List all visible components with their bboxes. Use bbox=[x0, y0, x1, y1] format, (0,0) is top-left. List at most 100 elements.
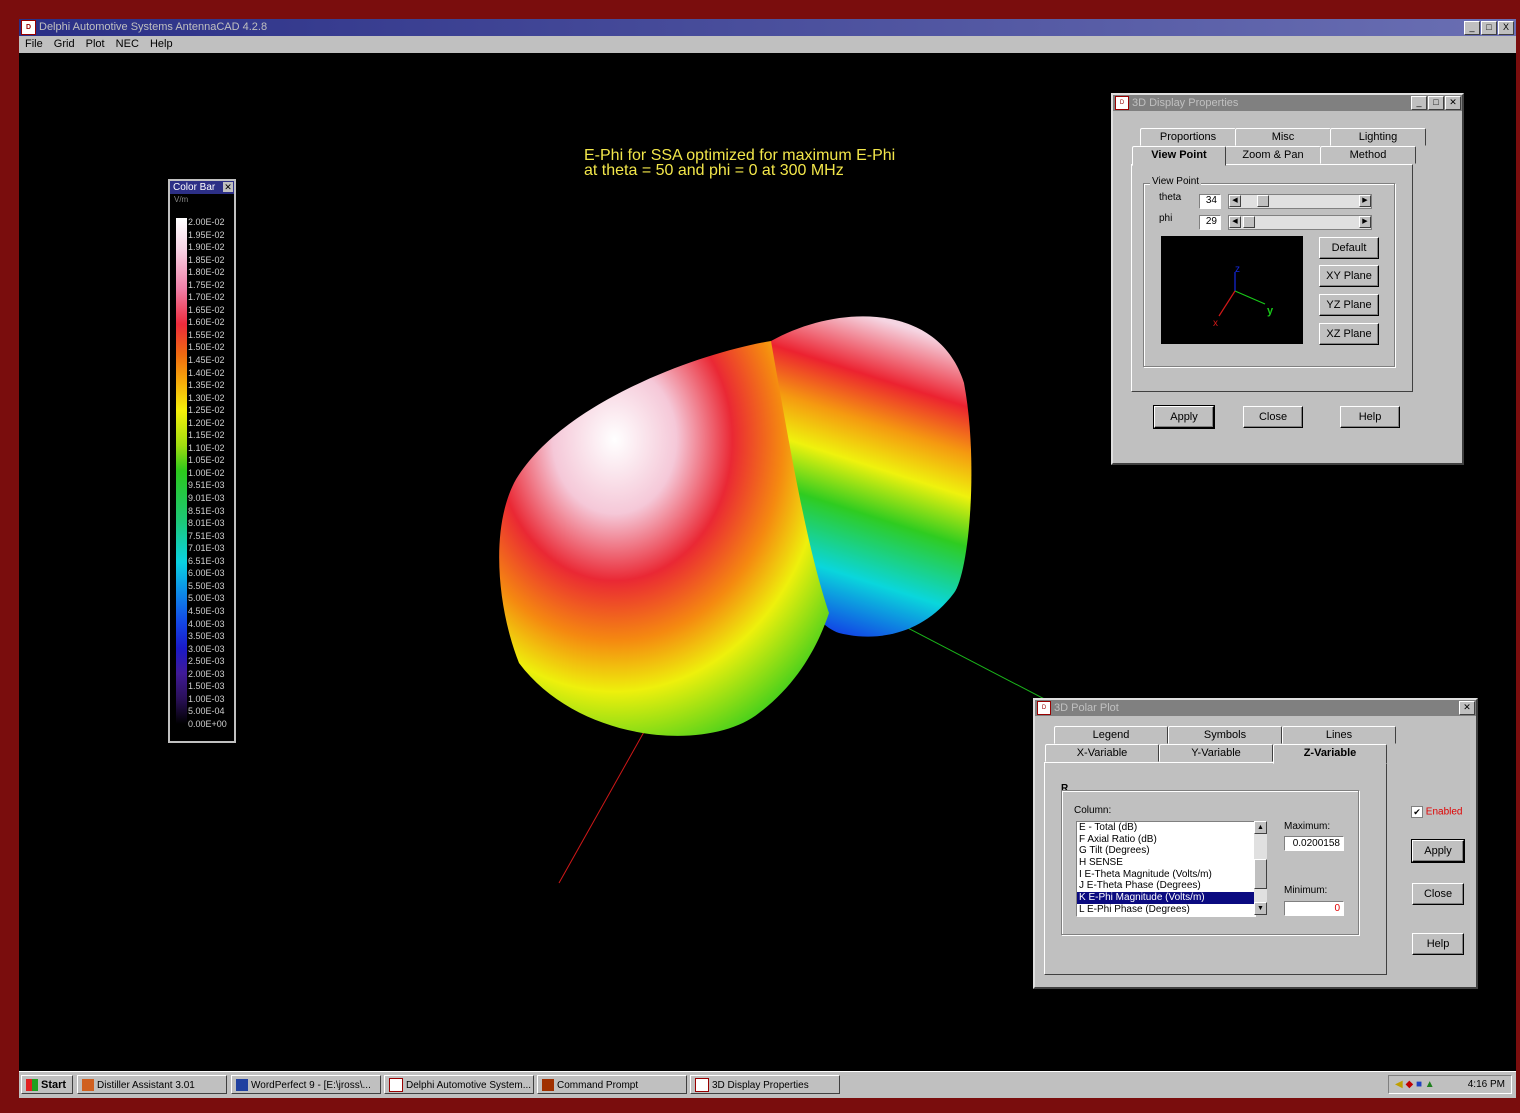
list-item[interactable]: G Tilt (Degrees) bbox=[1077, 845, 1255, 857]
list-item[interactable]: F Axial Ratio (dB) bbox=[1077, 834, 1255, 846]
dialog-minimize-button[interactable]: _ bbox=[1411, 96, 1427, 110]
maximum-field[interactable]: 0.0200158 bbox=[1284, 836, 1344, 851]
tab-proportions[interactable]: Proportions bbox=[1140, 128, 1236, 146]
enabled-checkbox[interactable]: ✔ Enabled bbox=[1411, 806, 1462, 818]
tab-lines[interactable]: Lines bbox=[1282, 726, 1396, 744]
menu-plot[interactable]: Plot bbox=[86, 38, 105, 50]
list-item[interactable]: L E-Phi Phase (Degrees) bbox=[1077, 904, 1255, 916]
tab-lighting[interactable]: Lighting bbox=[1330, 128, 1426, 146]
theta-slider[interactable]: ◀ ▶ bbox=[1228, 194, 1372, 209]
color-bar-label: 1.75E-02 bbox=[188, 279, 225, 290]
scroll-down-icon[interactable]: ▼ bbox=[1254, 902, 1267, 915]
color-bar-label: 1.30E-02 bbox=[188, 392, 225, 403]
plot-title-line1: E-Phi for SSA optimized for maximum E-Ph… bbox=[584, 147, 896, 164]
tab-x-variable[interactable]: X-Variable bbox=[1045, 744, 1159, 762]
orientation-preview: z y x bbox=[1161, 236, 1303, 344]
taskbar-item-distiller[interactable]: Distiller Assistant 3.01 bbox=[77, 1075, 227, 1094]
tab-y-variable[interactable]: Y-Variable bbox=[1159, 744, 1273, 762]
color-bar-close-button[interactable]: ✕ bbox=[223, 182, 233, 192]
color-bar-labels: 2.00E-02 1.95E-02 1.90E-02 1.85E-02 1.80E-02… bbox=[188, 216, 234, 730]
polar-plot-dialog: D 3D Polar Plot ✕ Legend Symbols Lines X-… bbox=[1033, 698, 1478, 989]
list-item[interactable]: H SENSE bbox=[1077, 857, 1255, 869]
scroll-thumb[interactable] bbox=[1254, 859, 1267, 889]
color-bar-label: 1.55E-02 bbox=[188, 329, 225, 340]
command-prompt-icon bbox=[542, 1079, 554, 1092]
scroll-left-icon[interactable]: ◀ bbox=[1229, 216, 1241, 228]
yz-plane-button[interactable]: YZ Plane bbox=[1319, 294, 1379, 316]
taskbar-item-wordperfect[interactable]: WordPerfect 9 - [E:\jross\... bbox=[231, 1075, 381, 1094]
tab-z-variable[interactable]: Z-Variable bbox=[1273, 744, 1387, 764]
phi-slider[interactable]: ◀ ▶ bbox=[1228, 215, 1372, 230]
display-properties-titlebar[interactable]: D 3D Display Properties _ □ ✕ bbox=[1113, 95, 1462, 111]
volume-icon[interactable]: ◀ bbox=[1395, 1079, 1403, 1090]
help-button[interactable]: Help bbox=[1340, 406, 1400, 428]
menu-help[interactable]: Help bbox=[150, 38, 173, 50]
scroll-up-icon[interactable]: ▲ bbox=[1254, 821, 1267, 834]
maximize-button[interactable]: □ bbox=[1481, 21, 1497, 35]
tab-zoom-pan[interactable]: Zoom & Pan bbox=[1225, 146, 1321, 164]
polar-close-button[interactable]: Close bbox=[1412, 883, 1464, 905]
xy-plane-button[interactable]: XY Plane bbox=[1319, 265, 1379, 287]
color-bar-title: Color Bar bbox=[173, 182, 216, 193]
dialog-close-button[interactable]: ✕ bbox=[1445, 96, 1461, 110]
close-dialog-button[interactable]: Close bbox=[1243, 406, 1303, 428]
menu-file[interactable]: File bbox=[25, 38, 43, 50]
tab-method[interactable]: Method bbox=[1320, 146, 1416, 164]
tab-legend[interactable]: Legend bbox=[1054, 726, 1168, 744]
taskbar-item-command-prompt[interactable]: Command Prompt bbox=[537, 1075, 687, 1094]
polar-plot-titlebar[interactable]: D 3D Polar Plot ✕ bbox=[1035, 700, 1476, 716]
z-variable-panel: R Column: E - Total (dB) F Axial Ratio (d… bbox=[1044, 762, 1387, 975]
scroll-right-icon[interactable]: ▶ bbox=[1359, 216, 1371, 228]
color-bar-label: 1.10E-02 bbox=[188, 442, 225, 453]
tab-misc[interactable]: Misc bbox=[1235, 128, 1331, 146]
minimize-button[interactable]: _ bbox=[1464, 21, 1480, 35]
wordperfect-icon bbox=[236, 1079, 248, 1092]
polar-help-button[interactable]: Help bbox=[1412, 933, 1464, 955]
color-bar-window[interactable]: Color Bar ✕ V/m 2.00E-02 1.95E-02 1.90E-02 1… bbox=[168, 179, 236, 743]
polar-plot-title: 3D Polar Plot bbox=[1054, 702, 1119, 714]
column-list-scrollbar[interactable]: ▲ ▼ bbox=[1254, 821, 1267, 915]
theta-field[interactable]: 34 bbox=[1199, 194, 1221, 209]
color-bar-titlebar[interactable]: Color Bar ✕ bbox=[170, 181, 234, 194]
color-bar-label: 1.35E-02 bbox=[188, 380, 225, 391]
menu-bar: File Grid Plot NEC Help bbox=[19, 36, 1516, 53]
checkbox-check-icon[interactable]: ✔ bbox=[1411, 806, 1423, 818]
theta-slider-thumb[interactable] bbox=[1257, 195, 1269, 207]
dialog-maximize-button[interactable]: □ bbox=[1428, 96, 1444, 110]
color-bar-label: 6.51E-03 bbox=[188, 555, 225, 566]
list-item[interactable]: E - Total (dB) bbox=[1077, 822, 1255, 834]
phi-label: phi bbox=[1159, 213, 1173, 224]
menu-nec[interactable]: NEC bbox=[116, 38, 139, 50]
network-icon[interactable]: ▲ bbox=[1425, 1079, 1435, 1090]
default-button[interactable]: Default bbox=[1319, 237, 1379, 259]
list-item[interactable]: I E-Theta Magnitude (Volts/m) bbox=[1077, 869, 1255, 881]
app-title-bar[interactable]: D Delphi Automotive Systems AntennaCAD 4.… bbox=[19, 19, 1516, 36]
taskbar-item-display-properties[interactable]: 3D Display Properties bbox=[690, 1075, 840, 1094]
column-listbox[interactable]: E - Total (dB) F Axial Ratio (dB) G Tilt (… bbox=[1076, 821, 1256, 917]
shield-icon[interactable]: ■ bbox=[1416, 1079, 1422, 1090]
xz-plane-button[interactable]: XZ Plane bbox=[1319, 323, 1379, 345]
taskbar-item-antennacad[interactable]: Delphi Automotive System... bbox=[384, 1075, 534, 1094]
scroll-left-icon[interactable]: ◀ bbox=[1229, 195, 1241, 207]
tab-symbols[interactable]: Symbols bbox=[1168, 726, 1282, 744]
enabled-label: Enabled bbox=[1425, 806, 1463, 818]
scroll-right-icon[interactable]: ▶ bbox=[1359, 195, 1371, 207]
list-item[interactable]: K E-Phi Magnitude (Volts/m) bbox=[1077, 892, 1255, 904]
phi-field[interactable]: 29 bbox=[1199, 215, 1221, 230]
dialog-close-button[interactable]: ✕ bbox=[1459, 701, 1475, 715]
color-bar-label: 4.00E-03 bbox=[188, 618, 225, 629]
tab-view-point[interactable]: View Point bbox=[1132, 146, 1226, 166]
start-button[interactable]: Start bbox=[21, 1075, 73, 1094]
color-bar-label: 1.85E-02 bbox=[188, 254, 225, 265]
menu-grid[interactable]: Grid bbox=[54, 38, 75, 50]
minimum-field[interactable]: 0 bbox=[1284, 901, 1344, 916]
polar-apply-button[interactable]: Apply bbox=[1411, 839, 1465, 863]
app-logo-icon bbox=[695, 1078, 709, 1093]
acrobat-icon[interactable]: ◆ bbox=[1405, 1079, 1413, 1090]
color-bar-label: 1.60E-02 bbox=[188, 317, 225, 328]
list-item[interactable]: J E-Theta Phase (Degrees) bbox=[1077, 880, 1255, 892]
apply-button[interactable]: Apply bbox=[1153, 405, 1215, 429]
close-button[interactable]: X bbox=[1498, 21, 1514, 35]
phi-slider-thumb[interactable] bbox=[1243, 216, 1255, 228]
theta-label: theta bbox=[1159, 192, 1182, 203]
